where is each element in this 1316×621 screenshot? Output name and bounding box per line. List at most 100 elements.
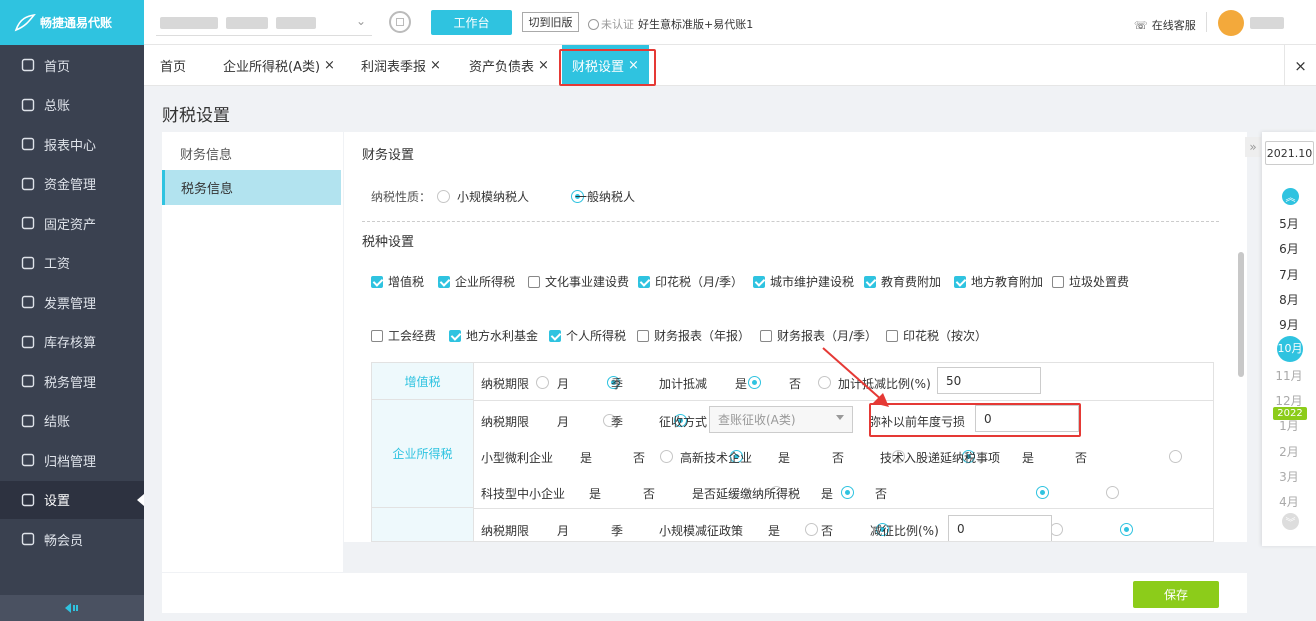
timeline-month[interactable]: 4月 <box>1262 493 1316 510</box>
collapse-sidebar-button[interactable] <box>0 595 144 621</box>
checkbox[interactable] <box>638 275 650 288</box>
close-icon[interactable]: × <box>430 58 441 73</box>
timeline-month[interactable]: 9月 <box>1262 316 1316 333</box>
tax-type-checkbox-row2-3[interactable]: 财务报表（年报） <box>637 327 750 344</box>
cert-status: 未认证 <box>601 18 634 31</box>
save-button[interactable]: 保存 <box>1133 581 1219 608</box>
tax-type-checkbox-row1-1[interactable]: 企业所得税 <box>438 273 515 290</box>
cit-defer-no-label: 否 <box>875 487 888 501</box>
checkbox[interactable] <box>886 329 898 342</box>
close-icon[interactable]: × <box>538 58 549 73</box>
menu-item-finance[interactable]: 财务信息 <box>180 144 232 163</box>
timeline-month[interactable]: 10月 <box>1277 335 1303 362</box>
cit-defer-no-radio[interactable] <box>1106 486 1120 499</box>
tax-type-checkbox-row1-0[interactable]: 增值税 <box>371 273 424 290</box>
tax-type-checkbox-row1-4[interactable]: 城市维护建设税 <box>753 273 854 290</box>
timeline-month[interactable]: 11月 <box>1262 367 1316 384</box>
cit-tech-yes-radio[interactable] <box>1169 450 1183 463</box>
checkbox[interactable] <box>549 329 561 342</box>
checkbox[interactable] <box>449 329 461 342</box>
tax-type-checkbox-row2-4[interactable]: 财务报表（月/季） <box>760 327 877 344</box>
vat-deduct-yes-radio[interactable] <box>747 376 761 389</box>
tab-home[interactable]: 首页 <box>160 45 186 86</box>
tax-type-checkbox-row2-5[interactable]: 印花税（按次） <box>886 327 987 344</box>
sidebar-item-3[interactable]: 资金管理 <box>0 165 144 203</box>
checkbox[interactable] <box>528 275 540 288</box>
close-all-tabs-icon[interactable]: × <box>1284 45 1316 86</box>
checkbox-label: 文化事业建设费 <box>545 275 630 289</box>
timeline-month[interactable]: 8月 <box>1262 291 1316 308</box>
menu-item-tax[interactable]: 税务信息 <box>162 170 341 205</box>
sidebar-item-5[interactable]: 工资 <box>0 244 144 282</box>
checkbox[interactable] <box>753 275 765 288</box>
checkbox-label: 地方水利基金 <box>466 329 539 343</box>
expand-timeline-icon[interactable]: » <box>1245 137 1261 157</box>
finance-section-title: 财务设置 <box>362 148 415 163</box>
sidebar-item-2[interactable]: 报表中心 <box>0 125 144 163</box>
cit-small-yes-label: 是 <box>580 451 593 465</box>
third-period-month-radio[interactable] <box>805 523 819 536</box>
tax-type-checkbox-row2-1[interactable]: 地方水利基金 <box>449 327 538 344</box>
scroll-down-icon[interactable]: ︾ <box>1282 513 1299 530</box>
cit-method-value: 查账征收(A类) <box>718 413 796 427</box>
timeline-month[interactable]: 5月 <box>1262 215 1316 232</box>
tax-type-checkbox-row2-0[interactable]: 工会经费 <box>371 327 436 344</box>
timeline-month[interactable]: 3月 <box>1262 468 1316 485</box>
close-icon[interactable]: × <box>324 58 335 73</box>
third-ratio-input[interactable]: 0 <box>948 515 1052 541</box>
sidebar-item-1[interactable]: 总账 <box>0 86 144 124</box>
online-support[interactable]: ☏ 在线客服 <box>1134 17 1196 33</box>
scroll-up-icon[interactable]: ︽ <box>1282 188 1299 205</box>
sidebar-item-4[interactable]: 固定资产 <box>0 204 144 242</box>
sidebar-item-7[interactable]: 库存核算 <box>0 323 144 361</box>
cit-sme-no-radio[interactable] <box>840 486 854 499</box>
tab-balance-sheet[interactable]: 资产负债表 × <box>469 45 549 86</box>
tax-type-checkbox-row1-7[interactable]: 垃圾处置费 <box>1052 273 1129 290</box>
checkbox[interactable] <box>1052 275 1064 288</box>
checkbox[interactable] <box>864 275 876 288</box>
avatar[interactable] <box>1218 10 1244 36</box>
checkbox[interactable] <box>438 275 450 288</box>
checkbox[interactable] <box>371 329 383 342</box>
vat-ratio-input[interactable]: 50 <box>937 367 1041 394</box>
workbench-button[interactable]: 工作台 <box>431 10 512 35</box>
checkbox[interactable] <box>637 329 649 342</box>
sidebar-item-8[interactable]: 税务管理 <box>0 362 144 400</box>
tax-type-checkbox-row1-3[interactable]: 印花税（月/季） <box>638 273 743 290</box>
sidebar-item-10[interactable]: 归档管理 <box>0 441 144 479</box>
cit-defer-yes-radio[interactable] <box>1035 486 1049 499</box>
vat-period-month-radio[interactable] <box>536 376 549 389</box>
tax-type-checkbox-row2-2[interactable]: 个人所得税 <box>549 327 626 344</box>
sidebar-item-0[interactable]: 首页 <box>0 46 144 84</box>
current-period[interactable]: 2021.10 <box>1265 141 1314 165</box>
company-selector[interactable]: ⌄ <box>156 10 372 36</box>
third-policy-no-radio[interactable] <box>1119 523 1133 536</box>
calendar-icon[interactable] <box>389 11 411 33</box>
radio-small-scale[interactable] <box>437 190 450 203</box>
cit-defer-label: 是否延缓缴纳所得税 <box>692 487 801 501</box>
sidebar-item-9[interactable]: 结账 <box>0 402 144 440</box>
cit-hightech-no-label: 否 <box>832 451 845 465</box>
brand-logo[interactable]: 畅捷通易代账 <box>0 0 144 45</box>
cit-small-yes-radio[interactable] <box>659 450 673 463</box>
sidebar-item-12[interactable]: 畅会员 <box>0 520 144 558</box>
tab-profit-quarterly[interactable]: 利润表季报 × <box>361 45 441 86</box>
third-month-label: 月 <box>557 524 570 538</box>
timeline-month[interactable]: 2月 <box>1262 443 1316 460</box>
cit-tech-yes-label: 是 <box>1022 451 1035 465</box>
tab-cit[interactable]: 企业所得税(A类) × <box>223 45 335 86</box>
timeline-month[interactable]: 6月 <box>1262 240 1316 257</box>
tax-type-checkbox-row1-6[interactable]: 地方教育附加 <box>954 273 1043 290</box>
sidebar-item-6[interactable]: 发票管理 <box>0 283 144 321</box>
vertical-scrollbar[interactable] <box>1238 252 1244 377</box>
tax-type-checkbox-row1-2[interactable]: 文化事业建设费 <box>528 273 629 290</box>
checkbox[interactable] <box>760 329 772 342</box>
old-version-button[interactable]: 切到旧版 <box>522 12 579 32</box>
timeline-month[interactable]: 7月 <box>1262 266 1316 283</box>
checkbox[interactable] <box>954 275 966 288</box>
vip-icon <box>20 531 36 547</box>
sidebar-item-11[interactable]: 设置 <box>0 480 144 519</box>
cit-period-label: 纳税期限 <box>481 415 530 429</box>
checkbox[interactable] <box>371 275 383 288</box>
tax-type-checkbox-row1-5[interactable]: 教育费附加 <box>864 273 941 290</box>
